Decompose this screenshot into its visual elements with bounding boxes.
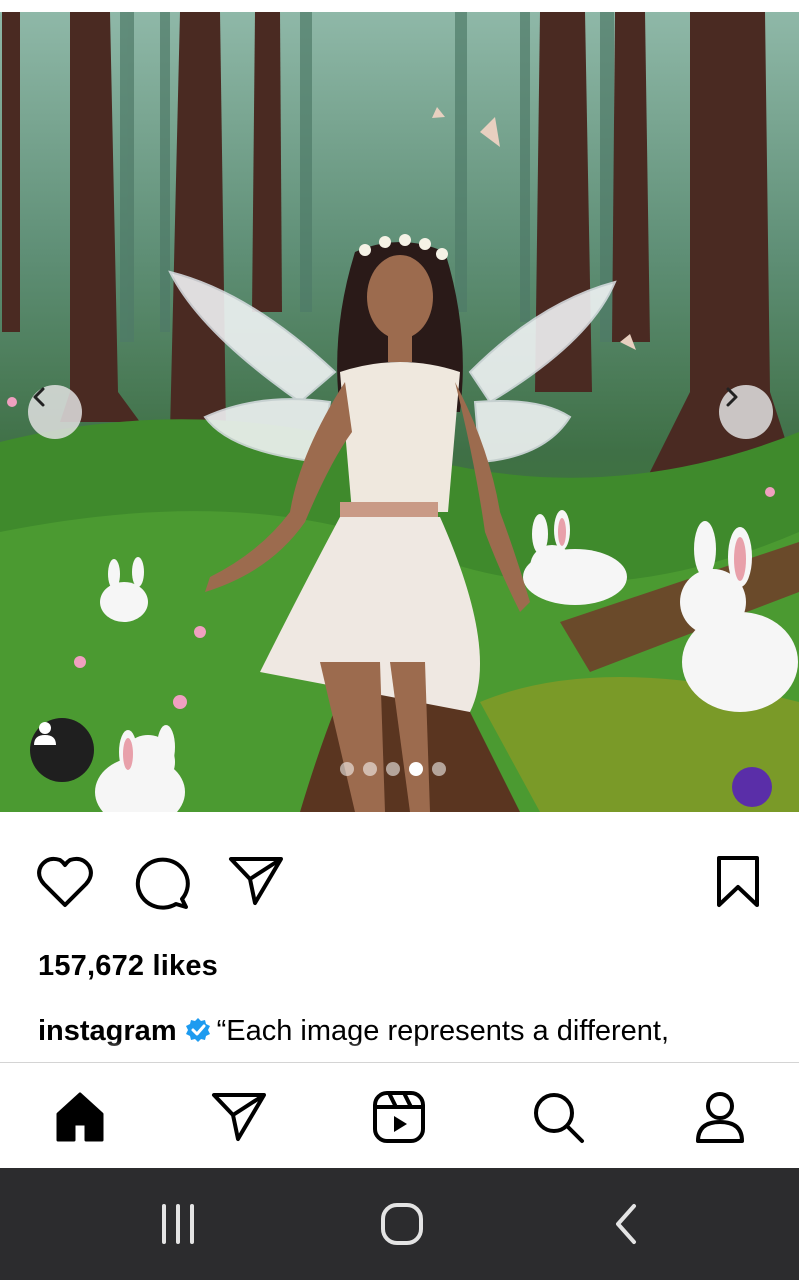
forest-illustration	[0, 12, 799, 812]
profile-icon	[696, 1092, 744, 1143]
carousel-dot	[386, 762, 400, 776]
bottom-tab-bar	[0, 1062, 799, 1169]
home-icon	[56, 1092, 104, 1142]
carousel-next-button[interactable]	[719, 385, 773, 439]
carousel-dot	[340, 762, 354, 776]
recent-apps-button[interactable]	[148, 1198, 208, 1250]
system-navigation-bar	[0, 1168, 799, 1280]
carousel-dot	[432, 762, 446, 776]
home-tab[interactable]	[48, 1085, 112, 1149]
recent-apps-icon	[162, 1204, 194, 1244]
save-button[interactable]	[714, 855, 762, 909]
carousel-prev-button[interactable]	[28, 385, 82, 439]
share-button[interactable]	[228, 855, 284, 907]
carousel-dot	[363, 762, 377, 776]
reels-tab[interactable]	[367, 1085, 431, 1149]
messages-tab[interactable]	[207, 1085, 271, 1149]
reels-icon	[373, 1091, 425, 1143]
likes-count[interactable]: 157,672 likes	[38, 950, 218, 983]
carousel-indicator	[340, 762, 446, 776]
home-circle-icon	[381, 1203, 423, 1245]
send-icon	[229, 857, 283, 905]
search-tab[interactable]	[526, 1085, 590, 1149]
user-tag-icon	[34, 722, 56, 745]
caption-fade	[0, 1040, 799, 1062]
heart-icon	[37, 856, 93, 907]
carousel-dot	[409, 762, 423, 776]
back-chevron-icon	[616, 1204, 636, 1244]
back-button[interactable]	[596, 1198, 656, 1250]
like-button[interactable]	[36, 855, 94, 909]
tagged-users-button[interactable]	[30, 718, 94, 782]
home-button[interactable]	[372, 1198, 432, 1250]
post-image[interactable]	[0, 12, 799, 812]
bookmark-icon	[717, 856, 759, 907]
send-icon	[212, 1093, 266, 1141]
comment-icon	[135, 857, 190, 910]
chevron-left-icon	[33, 387, 45, 407]
profile-tab[interactable]	[688, 1085, 752, 1149]
comment-button[interactable]	[132, 855, 190, 911]
search-icon	[534, 1093, 584, 1143]
chevron-right-icon	[726, 387, 738, 407]
